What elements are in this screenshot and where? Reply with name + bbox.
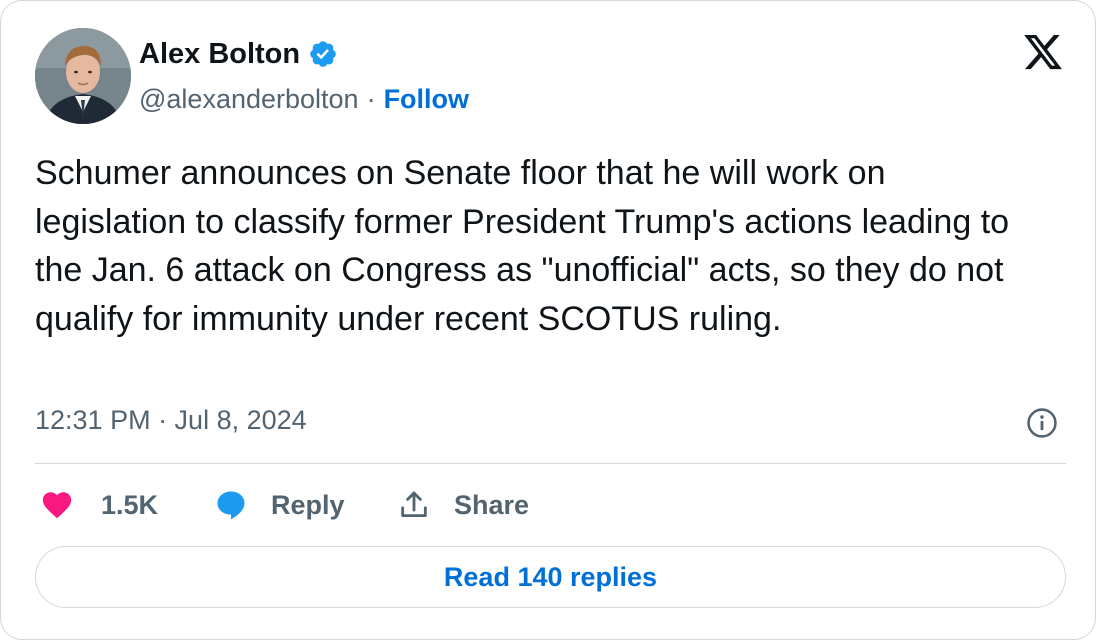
x-logo-icon[interactable] bbox=[1021, 31, 1065, 73]
heart-icon bbox=[42, 492, 72, 519]
tweet-card: Alex Bolton @alexanderbolton · Follow Sc… bbox=[0, 0, 1096, 640]
share-label: Share bbox=[454, 489, 530, 520]
share-button[interactable]: Share bbox=[397, 485, 529, 525]
verified-badge-icon bbox=[310, 41, 336, 67]
read-replies-button[interactable]: Read 140 replies bbox=[35, 546, 1066, 608]
reply-bubble-icon bbox=[217, 491, 245, 520]
reply-label: Reply bbox=[271, 489, 345, 520]
author-name-row: Alex Bolton bbox=[139, 34, 338, 74]
like-button[interactable]: 1.5K bbox=[39, 485, 158, 525]
author-handle-row: @alexanderbolton · Follow bbox=[139, 80, 469, 118]
like-count: 1.5K bbox=[101, 489, 159, 520]
profile-photo bbox=[35, 28, 131, 124]
tweet-timestamp[interactable]: 12:31 PM · Jul 8, 2024 bbox=[35, 405, 307, 436]
reply-button[interactable]: Reply bbox=[213, 485, 345, 525]
separator-dot: · bbox=[366, 83, 376, 114]
share-icon bbox=[401, 491, 427, 518]
divider bbox=[35, 463, 1066, 464]
tweet-text: Schumer announces on Senate floor that h… bbox=[35, 154, 1010, 338]
author-handle[interactable]: @alexanderbolton bbox=[139, 84, 359, 115]
avatar[interactable] bbox=[35, 28, 131, 124]
info-icon[interactable] bbox=[1025, 406, 1059, 440]
author-name[interactable]: Alex Bolton bbox=[139, 38, 300, 71]
follow-link[interactable]: Follow bbox=[384, 84, 469, 115]
